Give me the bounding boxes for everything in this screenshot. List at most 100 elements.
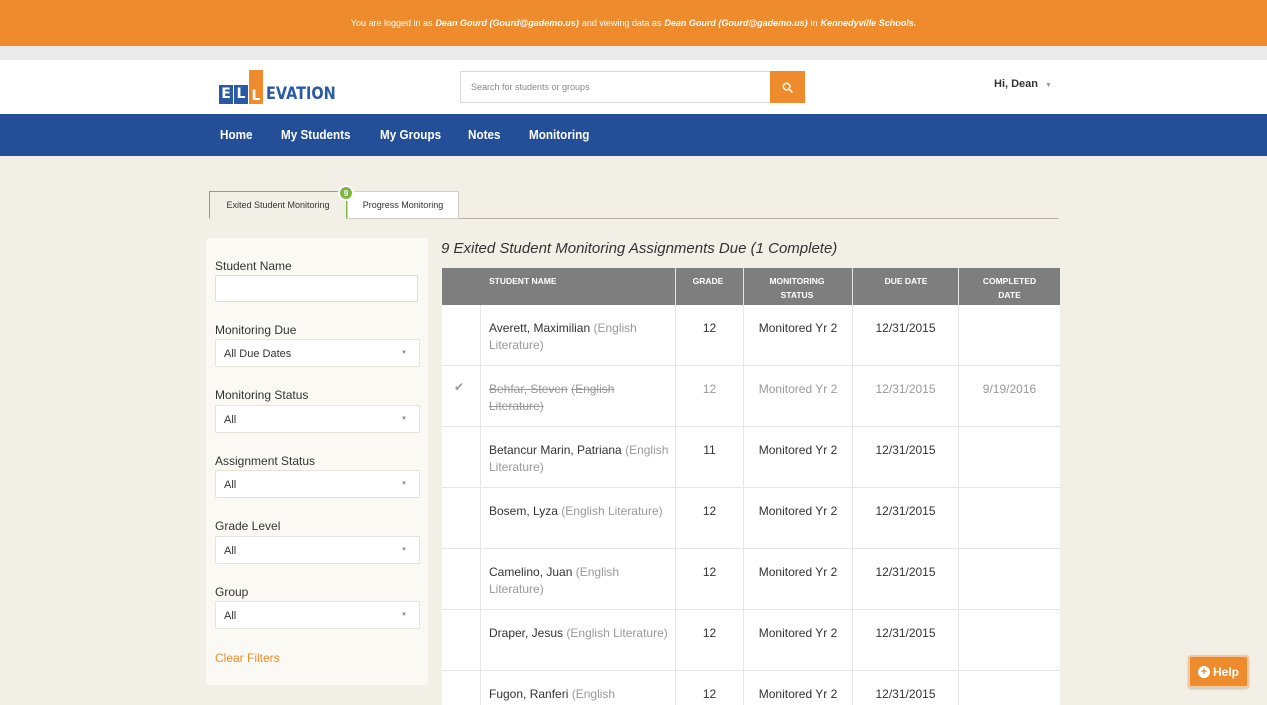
ellevation-logo[interactable]: E L L EVATION [219,68,348,104]
clear-filters-link[interactable]: Clear Filters [215,651,280,665]
table-row[interactable]: Bosem, Lyza (English Literature) 12 Monito… [442,488,1060,549]
table-header: STUDENT NAME GRADE MONITORING STATUS DUE… [442,268,1060,305]
student-cell[interactable]: Behfar, Steven (English Literature) [489,381,669,415]
grade-cell: 12 [702,626,717,640]
nav-my-students[interactable]: My Students [281,127,351,142]
search-input[interactable] [460,71,771,103]
nav-notes[interactable]: Notes [468,127,501,142]
student-name[interactable]: Betancur Marin, Patriana [489,443,622,457]
due-date-cell: 12/31/2015 [875,321,936,335]
tab-label: Exited Student Monitoring [226,200,330,210]
column-divider [743,268,744,705]
student-name[interactable]: Fugon, Ranferi [489,687,568,701]
monitoring-due-value: All Due Dates [224,348,292,360]
banner-viewing-as: Dean Gourd (Gourd@gademo.us) [664,18,808,28]
table-row[interactable]: ✔ Behfar, Steven (English Literature) 12 Mo… [442,366,1060,427]
col-completed-date-line2: DATE [998,290,1021,300]
table-row[interactable]: Camelino, Juan (English Literature) 12 Mon… [442,549,1060,610]
help-label: Help [1212,664,1239,679]
col-monitoring-status[interactable]: MONITORING STATUS [744,274,850,302]
due-date-cell: 12/31/2015 [875,382,936,396]
user-menu[interactable]: Hi, Dean ▼ [994,78,1052,90]
grade-level-label: Grade Level [215,519,281,533]
status-cell: Monitored Yr 2 [758,443,838,457]
assignment-status-label: Assignment Status [215,454,316,468]
table-row[interactable]: Betancur Marin, Patriana (English Litera… [442,427,1060,488]
search-icon [782,82,793,93]
check-icon: ✔ [454,380,465,394]
column-divider [675,268,676,705]
student-cell[interactable]: Camelino, Juan (English Literature) [489,564,669,598]
group-value: All [224,610,237,622]
student-name[interactable]: Draper, Jesus [489,626,563,640]
nav-my-groups[interactable]: My Groups [380,127,441,142]
student-course: (English [571,687,616,701]
monitoring-status-label: Monitoring Status [215,388,309,402]
group-select[interactable]: All ▼ [215,601,420,629]
status-cell: Monitored Yr 2 [758,687,838,701]
chevron-down-icon: ▼ [401,547,407,553]
monitoring-due-select[interactable]: All Due Dates ▼ [215,339,420,367]
plus-circle-icon: + [1197,665,1210,678]
due-date-cell: 12/31/2015 [875,687,936,701]
col-completed-date[interactable]: COMPLETED DATE [959,274,1060,302]
grade-cell: 12 [702,565,717,579]
chevron-down-icon: ▼ [1045,82,1052,89]
col-completed-date-line1: COMPLETED [982,276,1037,286]
help-button[interactable]: + Help [1188,655,1249,688]
nav-home[interactable]: Home [220,127,253,142]
column-divider [958,268,959,705]
login-banner: You are logged in as Dean Gourd (Gourd@g… [0,0,1267,46]
chevron-down-icon: ▼ [401,416,407,422]
student-name[interactable]: Camelino, Juan [489,565,572,579]
table-row[interactable]: Averett, Maximilian (English Literature)… [442,305,1060,366]
col-grade[interactable]: GRADE [678,274,738,288]
logo-letter-l1: L [234,85,248,104]
assignment-status-value: All [224,479,237,491]
student-cell[interactable]: Draper, Jesus (English Literature) [489,625,669,642]
due-date-cell: 12/31/2015 [875,443,936,457]
col-student-name[interactable]: STUDENT NAME [489,274,557,288]
student-name[interactable]: Behfar, Steven [489,382,568,396]
page-title: 9 Exited Student Monitoring Assignments … [441,240,838,257]
app-header: E L L EVATION Hi, Dean ▼ [0,60,1267,114]
student-name-input[interactable] [215,275,418,302]
search-bar [460,71,805,103]
column-divider [480,305,481,705]
student-name-label: Student Name [215,259,292,273]
student-cell[interactable]: Averett, Maximilian (English Literature) [489,320,669,354]
student-cell[interactable]: Bosem, Lyza (English Literature) [489,503,669,520]
student-cell[interactable]: Betancur Marin, Patriana (English Litera… [489,442,669,476]
monitoring-due-label: Monitoring Due [215,323,297,337]
search-button[interactable] [770,71,805,103]
student-name[interactable]: Averett, Maximilian [489,321,590,335]
col-monitoring-status-line1: MONITORING [769,276,825,286]
table-row[interactable]: Draper, Jesus (English Literature) 12 Moni… [442,610,1060,671]
grade-cell: 11 [703,443,716,457]
banner-district: Kennedyville Schools. [820,18,917,28]
filters-panel: Student Name Monitoring Due All Due Date… [206,238,428,685]
tab-progress-monitoring[interactable]: Progress Monitoring [347,191,459,219]
assignment-status-select[interactable]: All ▼ [215,470,420,498]
status-cell: Monitored Yr 2 [758,504,838,518]
col-due-date[interactable]: DUE DATE [853,274,959,288]
student-course: (English Literature) [566,626,668,640]
assignments-table: STUDENT NAME GRADE MONITORING STATUS DUE… [442,268,1060,705]
tab-count-badge: 9 [338,185,354,201]
banner-prefix: You are logged in as [350,18,433,28]
student-name[interactable]: Bosem, Lyza [489,504,558,518]
logo-text: EVATION [266,84,336,104]
table-row[interactable]: Fugon, Ranferi (English 12 Monitored Yr 2 1… [442,671,1060,705]
nav-monitoring[interactable]: Monitoring [529,127,589,142]
student-course: (English Literature) [561,504,663,518]
due-date-cell: 12/31/2015 [875,626,936,640]
column-divider [852,268,853,705]
main-nav: Home My Students My Groups Notes Monitor… [0,114,1267,156]
tab-exited-student-monitoring[interactable]: Exited Student Monitoring [209,191,347,219]
student-cell[interactable]: Fugon, Ranferi (English [489,686,669,703]
grade-level-select[interactable]: All ▼ [215,536,420,564]
chevron-down-icon: ▼ [401,612,407,618]
banner-in: in [810,18,818,28]
monitoring-status-select[interactable]: All ▼ [215,405,420,433]
chevron-down-icon: ▼ [401,350,407,356]
